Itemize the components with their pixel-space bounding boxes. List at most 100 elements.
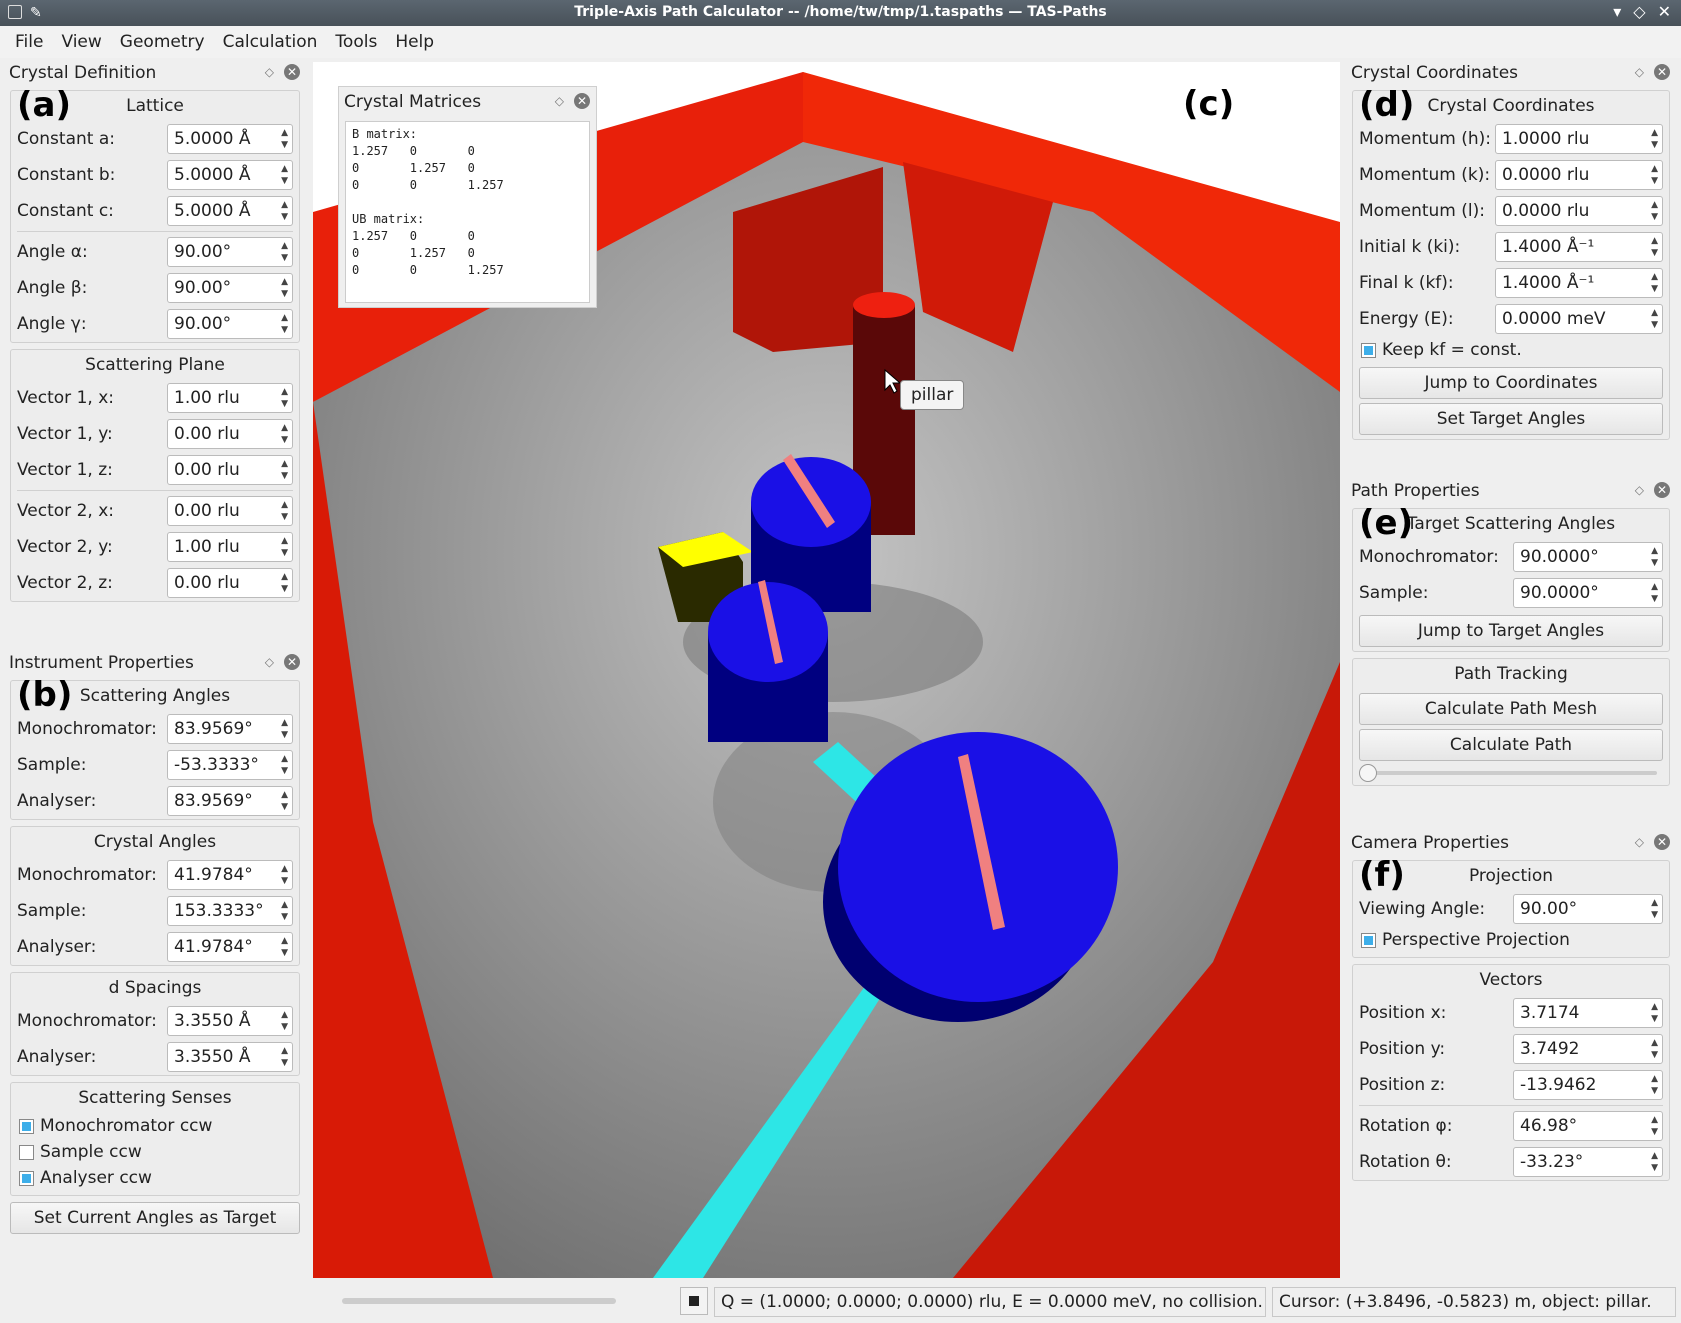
float-icon[interactable]: ◇ bbox=[1635, 65, 1644, 79]
spinbox-value[interactable]: 153.3333° bbox=[174, 901, 264, 921]
checkbox-label[interactable]: Keep kf = const. bbox=[1382, 340, 1522, 360]
float-icon[interactable]: ◇ bbox=[1635, 483, 1644, 497]
spinbox-value[interactable]: -53.3333° bbox=[174, 755, 259, 775]
vector2-z-spinbox[interactable]: 0.00 rlu ▲ ▼ bbox=[167, 568, 293, 598]
perspective-checkbox[interactable]: Perspective Projection bbox=[1353, 927, 1669, 953]
spin-arrows-icon[interactable]: ▲ ▼ bbox=[1651, 581, 1658, 605]
spin-arrows-icon[interactable]: ▲ ▼ bbox=[1651, 235, 1658, 259]
spinbox-value[interactable]: 0.0000 meV bbox=[1502, 309, 1606, 329]
checkbox-label[interactable]: Perspective Projection bbox=[1382, 930, 1570, 950]
spinbox-value[interactable]: 0.0000 rlu bbox=[1502, 165, 1589, 185]
scat-sample-spinbox[interactable]: -53.3333° ▲ ▼ bbox=[167, 750, 293, 780]
spinbox-value[interactable]: 83.9569° bbox=[174, 719, 253, 739]
close-icon[interactable]: ✕ bbox=[1654, 834, 1670, 850]
close-icon[interactable]: ✕ bbox=[284, 654, 300, 670]
set-target-angles-button[interactable]: Set Target Angles bbox=[1359, 403, 1663, 435]
kf-spinbox[interactable]: 1.4000 Å⁻¹ ▲ ▼ bbox=[1495, 268, 1663, 298]
spinbox-value[interactable]: 5.0000 Å bbox=[174, 165, 251, 185]
spin-arrows-icon[interactable]: ▲ ▼ bbox=[281, 386, 288, 410]
spinbox-value[interactable]: 1.00 rlu bbox=[174, 388, 240, 408]
checkbox-icon[interactable] bbox=[1361, 932, 1376, 948]
d-ana-spinbox[interactable]: 3.3550 Å ▲ ▼ bbox=[167, 1042, 293, 1072]
spin-arrows-icon[interactable]: ▲ ▼ bbox=[281, 422, 288, 446]
constant-c-spinbox[interactable]: 5.0000 Å ▲ ▼ bbox=[167, 196, 293, 226]
vector1-z-spinbox[interactable]: 0.00 rlu ▲ ▼ bbox=[167, 455, 293, 485]
energy-spinbox[interactable]: 0.0000 meV ▲ ▼ bbox=[1495, 304, 1663, 334]
keep-kf-checkbox[interactable]: Keep kf = const. bbox=[1353, 337, 1669, 363]
spinbox-value[interactable]: 3.3550 Å bbox=[174, 1011, 251, 1031]
checkbox-label[interactable]: Analyser ccw bbox=[40, 1168, 152, 1188]
momentum-l-spinbox[interactable]: 0.0000 rlu ▲ ▼ bbox=[1495, 196, 1663, 226]
cryst-ana-spinbox[interactable]: 41.9784° ▲ ▼ bbox=[167, 932, 293, 962]
spinbox-value[interactable]: 3.7492 bbox=[1520, 1039, 1579, 1059]
spin-arrows-icon[interactable]: ▲ ▼ bbox=[1651, 1073, 1658, 1097]
menu-geometry[interactable]: Geometry bbox=[111, 32, 214, 52]
scat-mono-spinbox[interactable]: 83.9569° ▲ ▼ bbox=[167, 714, 293, 744]
spin-arrows-icon[interactable]: ▲ ▼ bbox=[281, 753, 288, 777]
spinbox-value[interactable]: 1.00 rlu bbox=[174, 537, 240, 557]
rotation-phi-spinbox[interactable]: 46.98° ▲ ▼ bbox=[1513, 1111, 1663, 1141]
spin-arrows-icon[interactable]: ▲ ▼ bbox=[281, 276, 288, 300]
spinbox-value[interactable]: 5.0000 Å bbox=[174, 201, 251, 221]
spin-arrows-icon[interactable]: ▲ ▼ bbox=[1651, 897, 1658, 921]
minimize-icon[interactable]: ▾ bbox=[1613, 2, 1621, 21]
float-icon[interactable]: ◇ bbox=[265, 65, 274, 79]
spinbox-value[interactable]: 0.00 rlu bbox=[174, 424, 240, 444]
spin-arrows-icon[interactable]: ▲ ▼ bbox=[281, 458, 288, 482]
crystal-matrices-window[interactable]: Crystal Matrices ◇ ✕ B matrix: 1.257 0 0 … bbox=[338, 86, 597, 308]
cryst-sample-spinbox[interactable]: 153.3333° ▲ ▼ bbox=[167, 896, 293, 926]
spinbox-value[interactable]: 46.98° bbox=[1520, 1116, 1577, 1136]
stop-button[interactable] bbox=[680, 1287, 708, 1315]
menu-help[interactable]: Help bbox=[386, 32, 443, 52]
angle-gamma-spinbox[interactable]: 90.00° ▲ ▼ bbox=[167, 309, 293, 339]
spinbox-value[interactable]: 0.0000 rlu bbox=[1502, 201, 1589, 221]
momentum-k-spinbox[interactable]: 0.0000 rlu ▲ ▼ bbox=[1495, 160, 1663, 190]
spin-arrows-icon[interactable]: ▲ ▼ bbox=[281, 863, 288, 887]
spinbox-value[interactable]: 0.00 rlu bbox=[174, 501, 240, 521]
checkbox-label[interactable]: Sample ccw bbox=[40, 1142, 142, 1162]
spinbox-value[interactable]: 41.9784° bbox=[174, 865, 253, 885]
spin-arrows-icon[interactable]: ▲ ▼ bbox=[1651, 307, 1658, 331]
constant-b-spinbox[interactable]: 5.0000 Å ▲ ▼ bbox=[167, 160, 293, 190]
angle-beta-spinbox[interactable]: 90.00° ▲ ▼ bbox=[167, 273, 293, 303]
spinbox-value[interactable]: -33.23° bbox=[1520, 1152, 1583, 1172]
calculate-path-mesh-button[interactable]: Calculate Path Mesh bbox=[1359, 693, 1663, 725]
position-z-spinbox[interactable]: -13.9462 ▲ ▼ bbox=[1513, 1070, 1663, 1100]
spinbox-value[interactable]: -13.9462 bbox=[1520, 1075, 1596, 1095]
matrices-text[interactable]: B matrix: 1.257 0 0 0 1.257 0 0 0 1.257 … bbox=[345, 121, 590, 303]
float-icon[interactable]: ◇ bbox=[1635, 835, 1644, 849]
close-icon[interactable]: ✕ bbox=[1654, 64, 1670, 80]
spinbox-value[interactable]: 41.9784° bbox=[174, 937, 253, 957]
spin-arrows-icon[interactable]: ▲ ▼ bbox=[281, 312, 288, 336]
checkbox-icon[interactable] bbox=[19, 1118, 34, 1134]
spin-arrows-icon[interactable]: ▲ ▼ bbox=[281, 127, 288, 151]
jump-to-target-button[interactable]: Jump to Target Angles bbox=[1359, 615, 1663, 647]
spinbox-value[interactable]: 90.00° bbox=[1520, 899, 1577, 919]
target-sample-spinbox[interactable]: 90.0000° ▲ ▼ bbox=[1513, 578, 1663, 608]
vector2-x-spinbox[interactable]: 0.00 rlu ▲ ▼ bbox=[167, 496, 293, 526]
calculate-path-button[interactable]: Calculate Path bbox=[1359, 729, 1663, 761]
spin-arrows-icon[interactable]: ▲ ▼ bbox=[1651, 163, 1658, 187]
spin-arrows-icon[interactable]: ▲ ▼ bbox=[1651, 545, 1658, 569]
checkbox-label[interactable]: Monochromator ccw bbox=[40, 1116, 212, 1136]
spin-arrows-icon[interactable]: ▲ ▼ bbox=[1651, 1037, 1658, 1061]
spinbox-value[interactable]: 3.3550 Å bbox=[174, 1047, 251, 1067]
position-x-spinbox[interactable]: 3.7174 ▲ ▼ bbox=[1513, 998, 1663, 1028]
spin-arrows-icon[interactable]: ▲ ▼ bbox=[281, 1009, 288, 1033]
target-mono-spinbox[interactable]: 90.0000° ▲ ▼ bbox=[1513, 542, 1663, 572]
rotation-theta-spinbox[interactable]: -33.23° ▲ ▼ bbox=[1513, 1147, 1663, 1177]
jump-to-coordinates-button[interactable]: Jump to Coordinates bbox=[1359, 367, 1663, 399]
mono-ccw-checkbox[interactable]: Monochromator ccw bbox=[11, 1113, 299, 1139]
checkbox-icon[interactable] bbox=[19, 1170, 34, 1186]
checkbox-icon[interactable] bbox=[19, 1144, 34, 1160]
spinbox-value[interactable]: 90.00° bbox=[174, 242, 231, 262]
menu-view[interactable]: View bbox=[52, 32, 110, 52]
float-icon[interactable]: ◇ bbox=[555, 94, 564, 108]
spin-arrows-icon[interactable]: ▲ ▼ bbox=[1651, 1150, 1658, 1174]
spinbox-value[interactable]: 3.7174 bbox=[1520, 1003, 1579, 1023]
sample-ccw-checkbox[interactable]: Sample ccw bbox=[11, 1139, 299, 1165]
spin-arrows-icon[interactable]: ▲ ▼ bbox=[1651, 1114, 1658, 1138]
spinbox-value[interactable]: 90.0000° bbox=[1520, 583, 1599, 603]
ana-ccw-checkbox[interactable]: Analyser ccw bbox=[11, 1165, 299, 1191]
vector1-y-spinbox[interactable]: 0.00 rlu ▲ ▼ bbox=[167, 419, 293, 449]
